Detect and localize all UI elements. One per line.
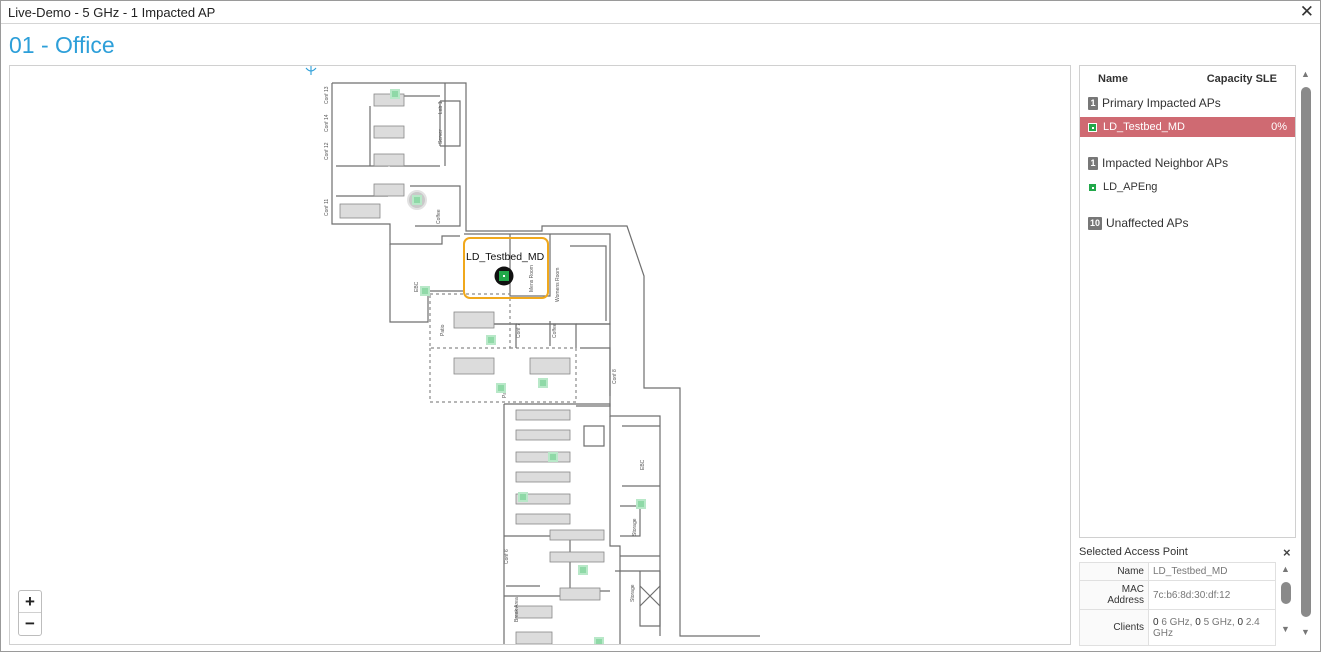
room-label: Conf 6 — [504, 549, 510, 564]
column-header-capacity-sle[interactable]: Capacity SLE — [1207, 73, 1277, 85]
room-label: Coffee — [552, 323, 558, 338]
access-point-icon[interactable] — [420, 286, 430, 296]
page-title: 01 - Office — [9, 32, 115, 58]
room-label: Conf 12 — [324, 142, 330, 160]
ap-capacity-sle: 0% — [1271, 121, 1287, 133]
group-label: Primary Impacted APs — [1102, 96, 1221, 110]
selected-access-point-icon[interactable] — [494, 266, 514, 286]
ap-list-panel: Name Capacity SLE 1 Primary Impacted APs… — [1079, 65, 1296, 538]
access-point-icon[interactable] — [594, 637, 604, 645]
room-label: Storage — [630, 584, 636, 602]
zoom-out-button[interactable]: − — [19, 613, 41, 635]
ap-row-ld-apeng[interactable]: LD_APEng — [1080, 177, 1295, 197]
scrollbar-thumb[interactable] — [1281, 582, 1291, 604]
room-label: Conf 8 — [612, 369, 618, 384]
room-label: Storage — [632, 518, 638, 536]
access-point-icon[interactable] — [390, 89, 400, 99]
zoom-in-button[interactable]: + — [19, 591, 41, 613]
room-label: Mens Room — [529, 265, 535, 292]
access-point-icon — [1088, 122, 1097, 132]
room-label: EBC — [414, 281, 420, 292]
room-label: Patio — [440, 324, 446, 336]
clients-label: Clients — [1079, 609, 1149, 646]
group-label: Impacted Neighbor APs — [1102, 156, 1229, 170]
ap-name: LD_APEng — [1103, 181, 1158, 193]
ap-name: LD_Testbed_MD — [1103, 121, 1185, 133]
group-primary-impacted[interactable]: 1 Primary Impacted APs — [1088, 96, 1221, 110]
name-label: Name — [1079, 562, 1149, 581]
scroll-up-icon[interactable]: ▲ — [1281, 564, 1290, 574]
room-label: Server — [438, 129, 444, 144]
room-label: Break Area — [514, 597, 520, 622]
compass-icon — [305, 66, 317, 75]
count-badge: 10 — [1088, 216, 1103, 230]
floor-map[interactable]: Lab 1 Server Conf 13 Conf 14 Conf 12 Con… — [9, 65, 1071, 645]
room-label: Lab 1 — [438, 101, 444, 114]
mac-value: 7c:b6:8d:30:df:12 — [1148, 580, 1276, 610]
ap-panel-scrollbar[interactable]: ▲ ▼ — [1299, 67, 1313, 641]
room-label: Conf 13 — [324, 86, 330, 104]
impacted-ap-window: Live-Demo - 5 GHz - 1 Impacted AP ✕ 01 -… — [0, 0, 1321, 652]
access-point-icon[interactable] — [538, 378, 548, 388]
access-point-icon[interactable] — [412, 195, 422, 205]
clients-value: 0 6 GHz, 0 5 GHz, 0 2.4 GHz — [1148, 609, 1276, 646]
access-point-icon[interactable] — [578, 565, 588, 575]
access-point-icon — [1088, 182, 1097, 192]
room-label: Conf 11 — [324, 199, 330, 216]
scroll-down-icon[interactable]: ▼ — [1301, 627, 1310, 637]
room-label: EBC — [640, 459, 646, 470]
window-title: Live-Demo - 5 GHz - 1 Impacted AP — [8, 5, 216, 20]
count-badge: 1 — [1088, 156, 1098, 170]
window-titlebar: Live-Demo - 5 GHz - 1 Impacted AP ✕ — [1, 1, 1320, 24]
room-label: Conf 14 — [324, 114, 330, 132]
close-icon[interactable]: × — [1283, 545, 1291, 560]
scrollbar-thumb[interactable] — [1301, 87, 1311, 617]
floorplan-canvas[interactable]: Lab 1 Server Conf 13 Conf 14 Conf 12 Con… — [10, 66, 1071, 645]
mac-label: MAC Address — [1079, 580, 1149, 610]
group-unaffected[interactable]: 10 Unaffected APs — [1088, 216, 1189, 230]
name-value: LD_Testbed_MD — [1148, 562, 1276, 581]
access-point-icon[interactable] — [518, 492, 528, 502]
room-label: Coffee — [436, 209, 442, 224]
room-label: Conf 7 — [516, 323, 522, 338]
zoom-control: + − — [18, 590, 42, 636]
scroll-down-icon[interactable]: ▼ — [1281, 624, 1290, 634]
column-header-name[interactable]: Name — [1098, 73, 1128, 85]
selected-ap-map-label: LD_Testbed_MD — [466, 251, 545, 263]
group-impacted-neighbor[interactable]: 1 Impacted Neighbor APs — [1088, 156, 1228, 170]
access-point-icon[interactable] — [636, 499, 646, 509]
access-point-icon[interactable] — [486, 335, 496, 345]
clients-5ghz-unit: 5 GHz, — [1200, 616, 1238, 628]
details-scrollbar[interactable]: ▲ ▼ — [1279, 564, 1293, 639]
access-point-icon[interactable] — [548, 452, 558, 462]
clients-6ghz-unit: 6 GHz, — [1158, 616, 1196, 628]
count-badge: 1 — [1088, 96, 1098, 110]
access-point-icon[interactable] — [496, 383, 506, 393]
selected-ap-details: Name LD_Testbed_MD MAC Address 7c:b6:8d:… — [1079, 562, 1276, 646]
room-label: Womens Room — [555, 268, 561, 302]
close-icon[interactable]: ✕ — [1300, 2, 1314, 22]
scroll-up-icon[interactable]: ▲ — [1301, 69, 1310, 79]
selected-ap-title: Selected Access Point — [1079, 546, 1188, 558]
ap-row-ld-testbed-md[interactable]: LD_Testbed_MD 0% — [1080, 117, 1295, 137]
group-label: Unaffected APs — [1106, 216, 1189, 230]
